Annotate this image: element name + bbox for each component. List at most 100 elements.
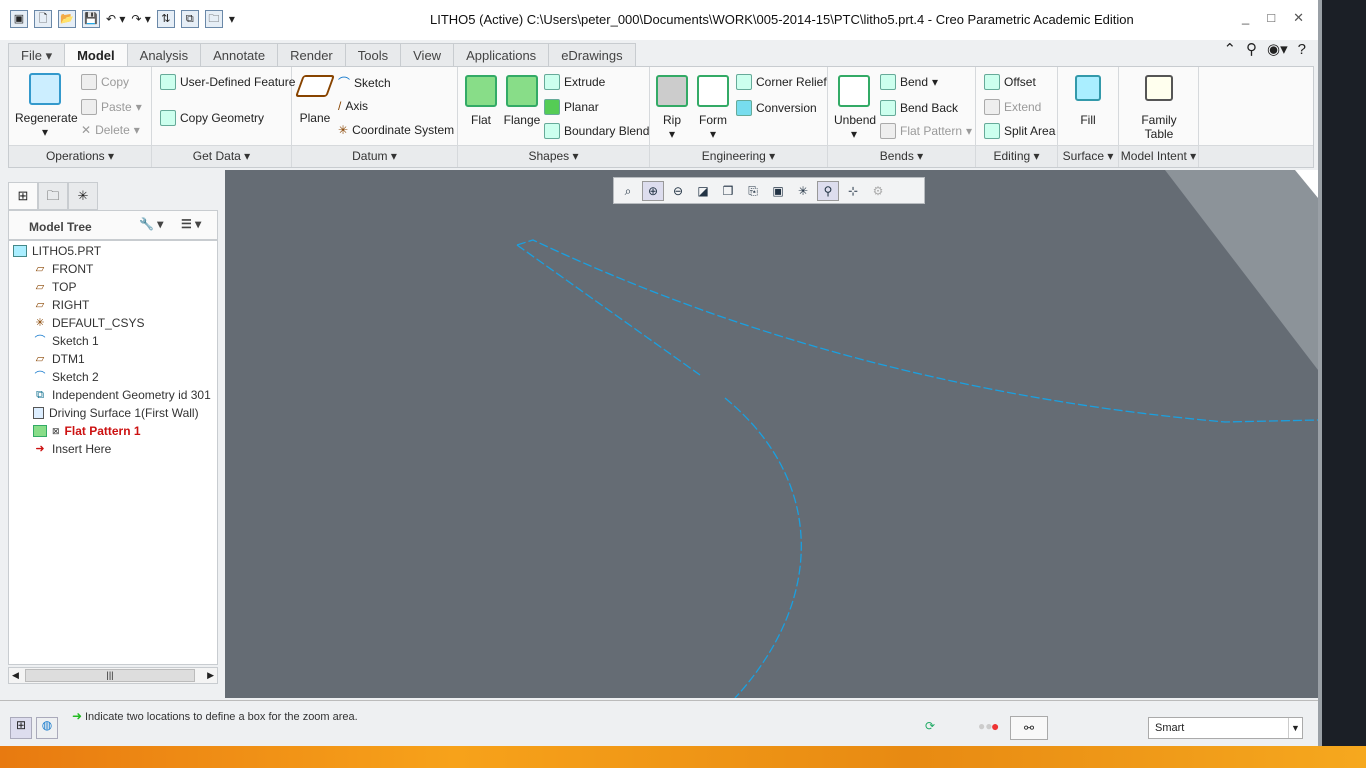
split-area-button[interactable]: Split Area <box>984 123 1055 139</box>
save-icon[interactable]: 💾 <box>82 10 100 28</box>
regenerate-button[interactable]: Regenerate ▾ <box>15 73 78 139</box>
model-intent-group-label[interactable]: Model Intent ▾ <box>1119 145 1198 167</box>
spin-center-icon[interactable]: ⊹ <box>842 181 864 201</box>
bend-back-button[interactable]: Bend Back <box>880 100 958 116</box>
plane-button[interactable]: Plane <box>294 75 336 125</box>
datum-group-label[interactable]: Datum ▾ <box>292 145 457 167</box>
tree-item-independent-geometry[interactable]: ⧉ Independent Geometry id 301 <box>33 386 211 404</box>
delete-button[interactable]: ✕ Delete ▾ <box>81 123 140 137</box>
tree-item-right[interactable]: ▱ RIGHT <box>33 296 90 314</box>
saved-orientations-icon[interactable]: ⎘ <box>742 181 764 201</box>
extrude-button[interactable]: Extrude <box>544 74 605 90</box>
tree-settings-icon[interactable]: 🔧 ▾ <box>139 217 163 231</box>
flat-button[interactable]: Flat <box>464 75 498 127</box>
sketch-button[interactable]: ⌒ Sketch <box>338 74 391 91</box>
annotation-display-icon[interactable]: ⚲ <box>817 181 839 201</box>
tree-item-front[interactable]: ▱ FRONT <box>33 260 94 278</box>
tab-file[interactable]: File ▾ <box>8 43 66 66</box>
tree-item-default-csys[interactable]: ✳ DEFAULT_CSYS <box>33 314 144 332</box>
open-icon[interactable]: 📂 <box>58 10 76 28</box>
folder-browser-tab[interactable]: 🗀 <box>38 182 68 210</box>
view-manager-icon[interactable]: ▣ <box>767 181 789 201</box>
graphics-viewport[interactable]: ⌕ ⊕ ⊖ ◪ ❒ ⎘ ▣ ✳ ⚲ ⊹ ⚙ <box>225 170 1318 698</box>
show-navigator-icon[interactable]: ⊞ <box>10 717 32 739</box>
selection-filter-dropdown[interactable]: Smart ▼ <box>1148 717 1303 739</box>
flat-pattern-button[interactable]: Flat Pattern ▾ <box>880 123 972 139</box>
appearance-icon[interactable]: ⚙ <box>867 181 889 201</box>
editing-group-label[interactable]: Editing ▾ <box>976 145 1057 167</box>
close-window-icon[interactable]: 🗀 <box>204 10 223 28</box>
rip-button[interactable]: Rip ▾ <box>656 75 688 141</box>
tree-item-sketch-1[interactable]: ⌒ Sketch 1 <box>33 332 99 350</box>
maximize-icon[interactable]: □ <box>1267 10 1275 26</box>
model-tree-header: Model Tree 🔧 ▾ ☰ ▾ <box>8 210 218 240</box>
corner-relief-button[interactable]: Corner Relief <box>736 74 827 90</box>
extend-button[interactable]: Extend <box>984 99 1041 115</box>
conversion-button[interactable]: Conversion <box>736 100 817 116</box>
collapse-ribbon-icon[interactable]: ⌃ <box>1223 40 1236 58</box>
coordinate-system-button[interactable]: ✳ Coordinate System <box>338 123 454 137</box>
tree-horizontal-scrollbar[interactable]: ◀ ||| ▶ <box>8 667 218 684</box>
engineering-group-label[interactable]: Engineering ▾ <box>650 145 827 167</box>
windows-icon[interactable]: ⧉ <box>180 10 199 28</box>
zoom-out-icon[interactable]: ⊖ <box>667 181 689 201</box>
model-tree-tab[interactable]: ⊞ <box>8 182 38 210</box>
tree-item-dtm1[interactable]: ▱ DTM1 <box>33 350 85 368</box>
app-icon[interactable]: ▣ <box>10 10 28 28</box>
axis-button[interactable]: / Axis <box>338 99 368 113</box>
close-icon[interactable]: ✕ <box>1293 10 1304 26</box>
user-defined-feature-button[interactable]: User-Defined Feature <box>160 74 295 90</box>
planar-button[interactable]: Planar <box>544 99 599 115</box>
unbend-button[interactable]: Unbend ▾ <box>834 75 876 141</box>
zoom-in-icon[interactable]: ⊕ <box>642 181 664 201</box>
tab-tools[interactable]: Tools <box>344 43 402 66</box>
family-table-button[interactable]: Family Table <box>1129 75 1189 141</box>
surface-group-label[interactable]: Surface ▾ <box>1058 145 1118 167</box>
bend-button[interactable]: Bend ▾ <box>880 74 938 90</box>
tree-item-flat-pattern-1[interactable]: ⊠ Flat Pattern 1 <box>33 422 141 440</box>
redo-icon[interactable]: ↷ ▾ <box>131 12 150 26</box>
flange-button[interactable]: Flange <box>502 75 542 127</box>
regenerate-icon[interactable]: ⇅ <box>156 10 175 28</box>
offset-button[interactable]: Offset <box>984 74 1036 90</box>
copy-geometry-button[interactable]: Copy Geometry <box>160 110 264 126</box>
paste-button[interactable]: Paste ▾ <box>81 99 142 115</box>
display-style-icon[interactable]: ❒ <box>717 181 739 201</box>
customize-icon[interactable]: ▾ <box>229 12 235 26</box>
search-icon[interactable]: ⚲ <box>1246 40 1257 58</box>
shapes-group-label[interactable]: Shapes ▾ <box>458 145 649 167</box>
community-icon[interactable]: ◉▾ <box>1267 40 1288 58</box>
copy-button[interactable]: Copy <box>81 74 129 90</box>
operations-group-label[interactable]: Operations ▾ <box>9 145 151 167</box>
tab-applications[interactable]: Applications <box>453 43 550 66</box>
get-data-group-label[interactable]: Get Data ▾ <box>152 145 291 167</box>
refit-icon[interactable]: ⌕ <box>617 181 639 201</box>
fill-button[interactable]: Fill <box>1068 75 1108 127</box>
tree-item-top[interactable]: ▱ TOP <box>33 278 77 296</box>
tab-model[interactable]: Model <box>64 43 128 67</box>
boundary-blend-button[interactable]: Boundary Blend <box>544 123 649 139</box>
minimize-icon[interactable]: _ <box>1242 10 1249 26</box>
record-icon[interactable]: ● <box>991 718 999 734</box>
tree-item-insert-here[interactable]: ➜ Insert Here <box>33 440 111 458</box>
tree-item-litho5-prt[interactable]: LITHO5.PRT <box>13 242 101 260</box>
form-button[interactable]: Form ▾ <box>696 75 730 141</box>
favorites-tab[interactable]: ✳ <box>68 182 98 210</box>
datum-display-filters-icon[interactable]: ✳ <box>792 181 814 201</box>
bends-group-label[interactable]: Bends ▾ <box>828 145 975 167</box>
tab-view[interactable]: View <box>400 43 455 66</box>
tree-item-driving-surface[interactable]: Driving Surface 1(First Wall) <box>33 404 199 422</box>
regen-status-icon[interactable]: ⟳ <box>925 719 935 733</box>
show-browser-icon[interactable]: ◍ <box>36 717 58 739</box>
tree-columns-icon[interactable]: ☰ ▾ <box>181 217 201 231</box>
tab-render[interactable]: Render <box>277 43 346 66</box>
new-icon[interactable]: 🗋 <box>34 10 52 28</box>
tab-edrawings[interactable]: eDrawings <box>548 43 636 66</box>
tab-analysis[interactable]: Analysis <box>126 43 202 66</box>
find-icon[interactable]: ⚯ <box>1010 716 1048 740</box>
help-icon[interactable]: ? <box>1298 41 1306 58</box>
tree-item-sketch-2[interactable]: ⌒ Sketch 2 <box>33 368 99 386</box>
repaint-icon[interactable]: ◪ <box>692 181 714 201</box>
undo-icon[interactable]: ↶ ▾ <box>106 12 125 26</box>
tab-annotate[interactable]: Annotate <box>200 43 279 66</box>
